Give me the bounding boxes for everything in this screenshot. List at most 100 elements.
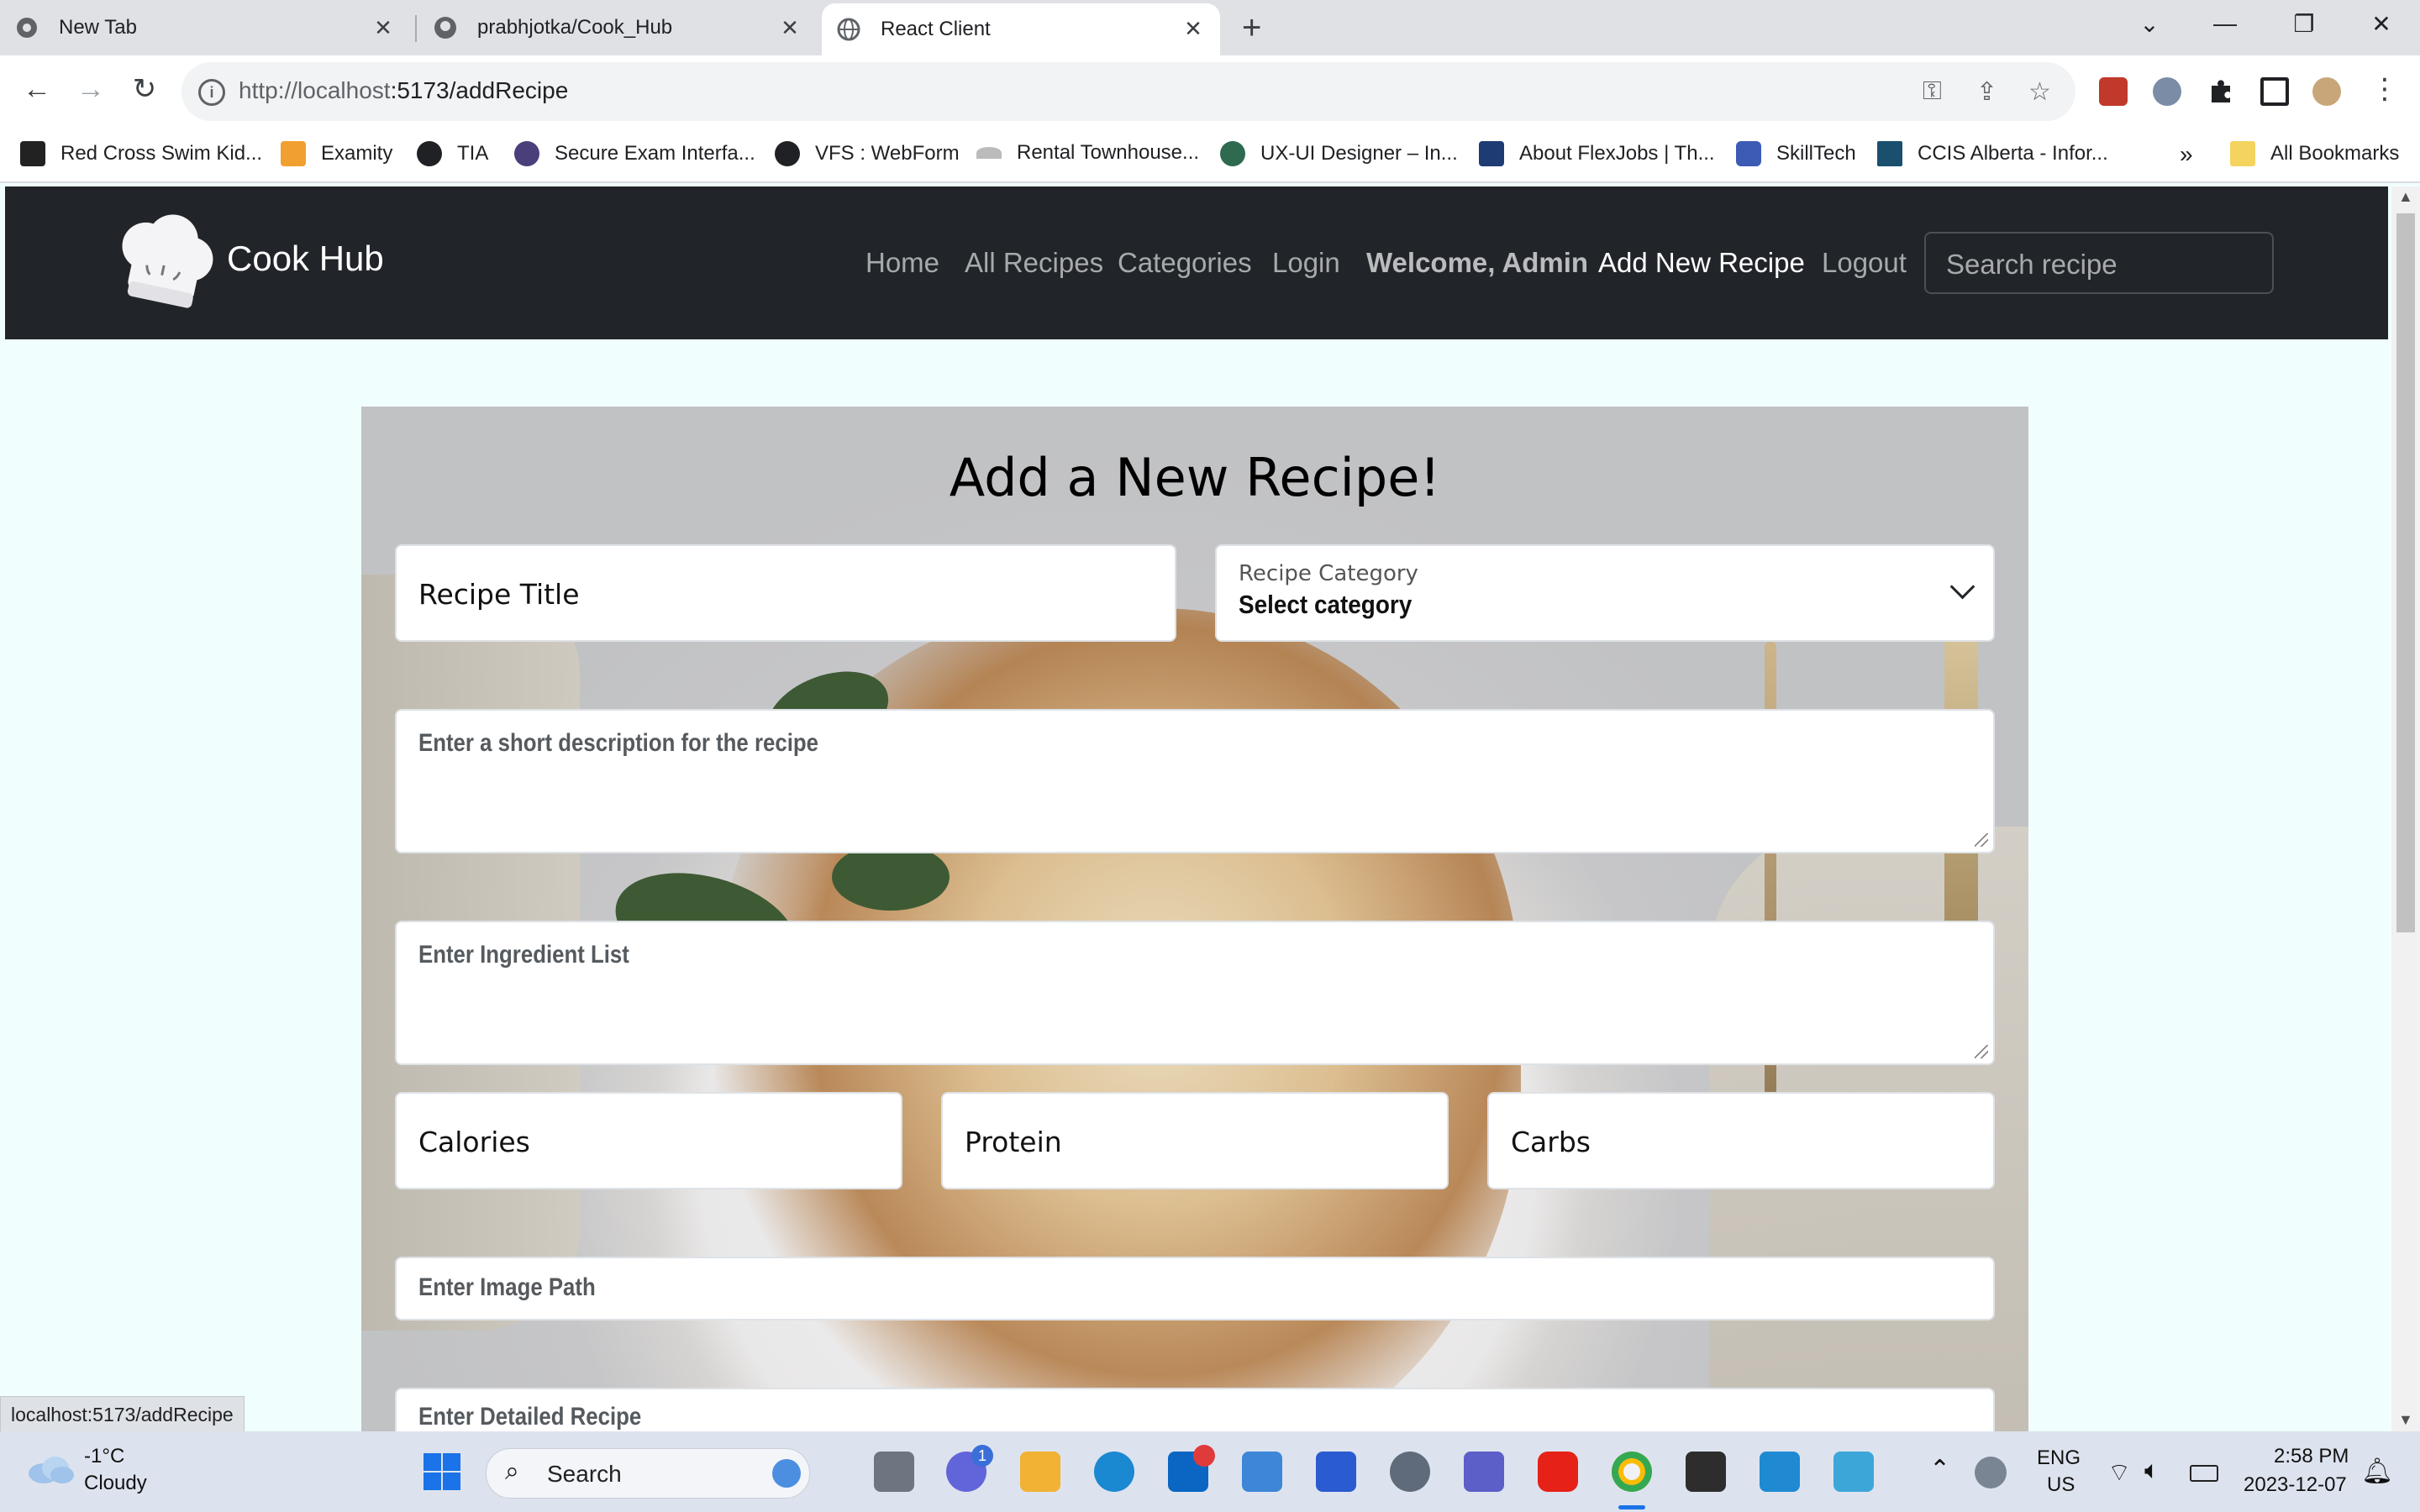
resize-handle-icon[interactable] [1975,1045,1988,1058]
protein-input[interactable]: Protein [941,1092,1449,1189]
bookmark-item[interactable]: Secure Exam Interfa... [514,141,755,166]
extensions-puzzle-icon[interactable] [2207,77,2235,106]
page-scrollbar[interactable]: ▲ ▼ [2391,186,2420,1431]
profile-avatar[interactable] [2312,77,2341,106]
tab-search-chevron-icon[interactable]: ⌄ [2133,10,2166,38]
image-path-placeholder: Enter Image Path [418,1273,596,1301]
bookmark-item[interactable]: TIA [417,141,488,166]
mathworks-icon[interactable] [1316,1452,1356,1492]
notepad-icon[interactable] [1833,1452,1874,1492]
extension-icon[interactable] [2099,77,2128,106]
file-explorer-icon[interactable] [1020,1452,1060,1492]
ingredients-textarea[interactable]: Enter Ingredient List [395,921,1995,1065]
recipe-category-select[interactable]: Recipe Category Select category [1215,544,1995,642]
scrollbar-thumb[interactable] [2396,213,2415,932]
close-window-icon[interactable]: ✕ [2365,10,2398,38]
terminal-icon[interactable] [1686,1452,1726,1492]
bookmark-favicon [281,141,306,166]
tab-github[interactable]: prabhjotka/Cook_Hub ✕ [434,0,817,55]
scroll-down-arrow-icon[interactable]: ▼ [2398,1411,2413,1429]
notification-badge: 1 [971,1445,993,1467]
back-arrow-icon[interactable]: ← [18,72,55,106]
cloud-weather-icon[interactable] [25,1450,76,1487]
address-bar[interactable]: i http://localhost:5173/addRecipe ⚿ ⇪ ☆ [182,62,2075,121]
bookmark-item[interactable]: About FlexJobs | Th... [1479,141,1715,166]
chef-hat-logo[interactable] [109,207,220,318]
side-panel-icon[interactable] [2260,77,2289,106]
browser-menu-icon[interactable]: ⋮ [2366,72,2403,106]
bookmarks-overflow-button[interactable]: » [2180,141,2193,168]
bookmark-favicon [1479,141,1504,166]
bookmark-item[interactable]: Rental Townhouse... [976,141,1199,165]
share-icon[interactable]: ⇪ [1976,77,1997,107]
bookmark-star-icon[interactable]: ☆ [2028,77,2051,107]
youtube-icon[interactable] [1538,1452,1578,1492]
carbs-input[interactable]: Carbs [1487,1092,1995,1189]
language-bottom[interactable]: US [2047,1473,2075,1497]
extension-gear-icon[interactable] [2153,77,2181,106]
detailed-recipe-textarea[interactable]: Enter Detailed Recipe [395,1388,1995,1433]
nav-all-recipes[interactable]: All Recipes [965,247,1103,279]
background-leaf [832,843,950,911]
tab-new-tab[interactable]: New Tab ✕ [15,0,410,55]
brand-name[interactable]: Cook Hub [227,239,384,279]
windows-start-icon[interactable] [422,1452,462,1492]
chevron-up-icon[interactable]: ⌃ [1929,1455,1950,1484]
recipe-title-placeholder: Recipe Title [418,578,580,611]
volume-icon[interactable]: 🔈︎ [2144,1457,2160,1485]
nav-login[interactable]: Login [1272,247,1340,279]
tab-title: New Tab [59,16,137,39]
teams-icon[interactable] [1464,1452,1504,1492]
settings-gear-icon[interactable] [1390,1452,1430,1492]
description-textarea[interactable]: Enter a short description for the recipe [395,709,1995,853]
restore-icon[interactable]: ❐ [2287,10,2321,38]
microsoft-store-icon[interactable] [1242,1452,1282,1492]
bookmark-item[interactable]: UX-UI Designer – In... [1220,141,1458,166]
all-bookmarks-folder[interactable]: All Bookmarks [2230,141,2399,166]
reload-icon[interactable]: ↻ [126,72,163,106]
wifi-icon[interactable]: ⌔ [2107,1457,2131,1488]
address-url[interactable]: http://localhost:5173/addRecipe [239,77,568,104]
resize-handle-icon[interactable] [1975,833,1988,847]
github-icon [434,16,457,39]
close-tab-icon[interactable]: ✕ [371,16,395,39]
calories-input[interactable]: Calories [395,1092,902,1189]
vscode-icon[interactable] [1760,1452,1800,1492]
key-icon[interactable]: ⚿ [1923,77,1942,106]
language-top[interactable]: ENG [2037,1446,2081,1470]
active-app-indicator [1618,1505,1645,1509]
nav-categories[interactable]: Categories [1118,247,1252,279]
clock-date[interactable]: 2023-12-07 [2244,1473,2347,1497]
nav-add-new-recipe[interactable]: Add New Recipe [1598,247,1805,279]
site-info-icon[interactable]: i [198,79,225,106]
bookmark-item[interactable]: Red Cross Swim Kid... [20,141,262,166]
recipe-title-input[interactable]: Recipe Title [395,544,1176,642]
battery-icon[interactable] [2190,1465,2218,1482]
scroll-up-arrow-icon[interactable]: ▲ [2398,188,2413,206]
bookmark-item[interactable]: SkillTech [1736,141,1856,166]
forward-arrow-icon[interactable]: → [72,72,109,106]
nav-logout[interactable]: Logout [1822,247,1907,279]
chrome-icon [15,16,39,39]
clock-time[interactable]: 2:58 PM [2274,1445,2349,1468]
edge-browser-icon[interactable] [1094,1452,1134,1492]
bookmark-item[interactable]: VFS : WebForm [775,141,960,166]
close-tab-icon[interactable]: ✕ [1181,17,1205,40]
tab-react-client[interactable]: React Client ✕ [822,3,1220,55]
onedrive-sync-icon[interactable] [1975,1457,2007,1488]
close-tab-icon[interactable]: ✕ [778,16,802,39]
search-input[interactable]: Search recipe [1924,232,2274,294]
taskbar-search-box[interactable]: ⌕ Search [486,1448,810,1499]
bookmark-item[interactable]: Examity [281,141,392,166]
recipe-category-value: Select category [1239,590,1413,619]
taskbar-search-label: Search [547,1461,622,1487]
new-tab-plus-icon[interactable]: + [1242,11,1261,45]
image-path-input[interactable]: Enter Image Path [395,1257,1995,1320]
notification-bell-icon[interactable]: 🔔︎ [2361,1457,2393,1486]
task-view-icon[interactable] [874,1452,914,1492]
minimize-icon[interactable]: — [2208,10,2242,37]
chrome-icon[interactable] [1612,1452,1652,1492]
nav-home[interactable]: Home [865,247,939,279]
weather-description: Cloudy [84,1472,147,1494]
bookmark-item[interactable]: CCIS Alberta - Infor... [1877,141,2108,166]
